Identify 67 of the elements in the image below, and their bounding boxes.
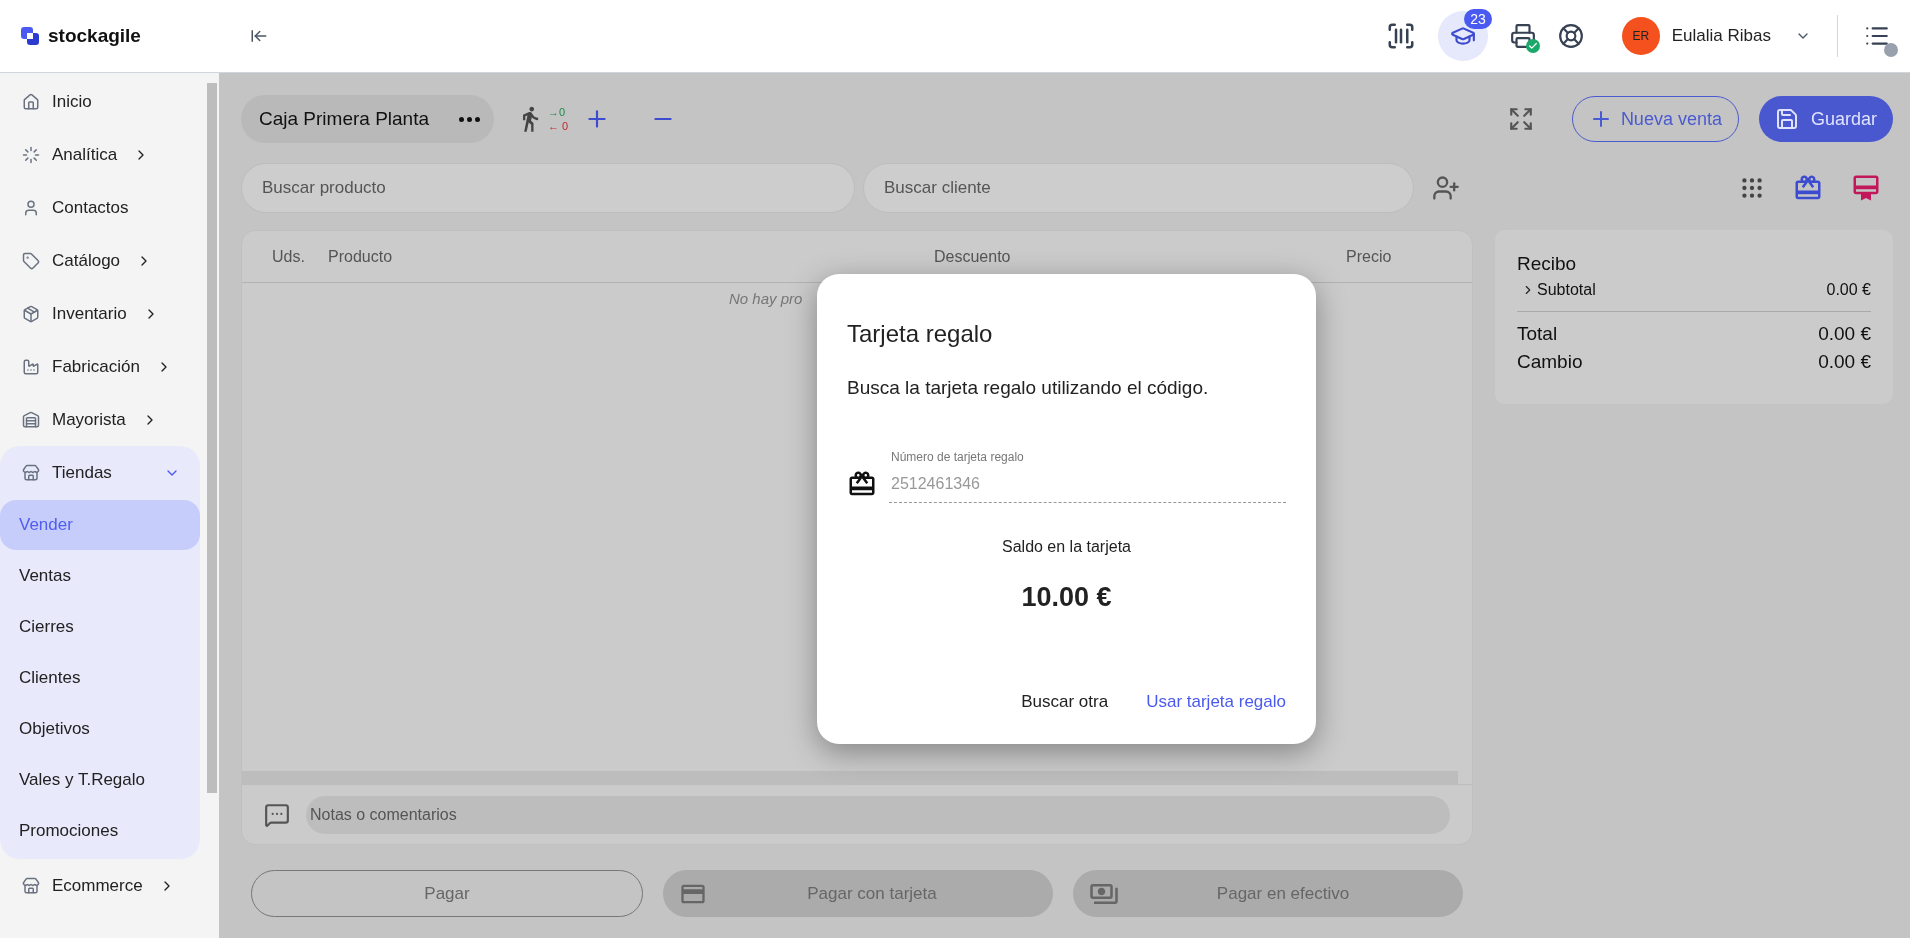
moves-in-count: →0 bbox=[548, 105, 567, 119]
dialog-button[interactable]: Usar tarjeta regalo bbox=[1146, 688, 1286, 714]
scrollbar[interactable] bbox=[207, 83, 217, 793]
column-header: Precio bbox=[1346, 246, 1392, 267]
submenu-item[interactable]: Cierres bbox=[0, 602, 200, 652]
save-button[interactable]: Guardar bbox=[1758, 96, 1893, 142]
receipt-label: Cambio bbox=[1517, 349, 1583, 374]
printer-icon[interactable] bbox=[1509, 23, 1536, 49]
logo-icon bbox=[20, 26, 40, 46]
dialog-button[interactable]: Buscar otra bbox=[1021, 688, 1109, 714]
sidebar-item[interactable]: Catálogo bbox=[0, 234, 200, 287]
receipt-label: Subtotal bbox=[1537, 279, 1596, 300]
logo-text: stockagile bbox=[48, 23, 141, 48]
menu-icon bbox=[22, 304, 40, 323]
user-avatar[interactable]: ER bbox=[1621, 17, 1660, 55]
add-client-icon[interactable] bbox=[1432, 174, 1460, 202]
comment-icon bbox=[264, 801, 290, 828]
submenu-item[interactable]: Ventas bbox=[0, 551, 200, 601]
submenu-item[interactable]: Objetivos bbox=[0, 704, 200, 754]
empty-message: No hay pro bbox=[729, 290, 803, 307]
submenu-item[interactable]: Clientes bbox=[0, 653, 200, 703]
receipt-amount: 0.00 € bbox=[1818, 349, 1871, 374]
menu-icon bbox=[22, 357, 40, 376]
field-label: Número de tarjeta regalo bbox=[891, 448, 1025, 466]
column-header: Descuento bbox=[934, 246, 1012, 267]
menu-icon bbox=[22, 145, 40, 164]
sidebar-item[interactable]: Inventario bbox=[0, 287, 200, 340]
dialog-title: Tarjeta regalo bbox=[847, 319, 994, 349]
collapse-menu-icon[interactable] bbox=[250, 27, 268, 45]
balance-amount: 10.00 € bbox=[1020, 580, 1113, 614]
register-selector[interactable]: Caja Primera Planta bbox=[241, 95, 495, 143]
sidebar-item[interactable]: Analítica bbox=[0, 128, 200, 181]
client-search-field[interactable]: Buscar cliente bbox=[863, 163, 1414, 213]
moves-out-count: ← 0 bbox=[548, 119, 569, 133]
column-header: Uds. bbox=[272, 246, 306, 267]
submenu-item[interactable]: Vales y T.Regalo bbox=[0, 755, 200, 805]
menu-icon bbox=[22, 92, 40, 111]
menu-icon bbox=[22, 410, 40, 429]
receipt-title: Recibo bbox=[1517, 252, 1578, 276]
notification-badge: 23 bbox=[1464, 9, 1492, 29]
sidebar-item[interactable]: Contactos bbox=[0, 181, 200, 234]
receipt-label: Total bbox=[1517, 321, 1558, 346]
grid-icon[interactable] bbox=[1739, 175, 1765, 201]
sidebar-item[interactable]: Mayorista bbox=[0, 393, 200, 446]
submenu-item[interactable]: Promociones bbox=[0, 806, 200, 856]
column-header: Producto bbox=[328, 246, 394, 267]
receipt-amount: 0.00 € bbox=[1826, 279, 1871, 300]
balance-label: Saldo en la tarjeta bbox=[1001, 536, 1132, 557]
certificate-card-icon[interactable] bbox=[1851, 173, 1881, 203]
menu-icon bbox=[22, 198, 40, 217]
fullscreen-icon[interactable] bbox=[1507, 106, 1534, 132]
menu-icon bbox=[22, 463, 40, 482]
more-icon[interactable] bbox=[459, 116, 481, 122]
sidebar-item[interactable]: Fabricación bbox=[0, 340, 200, 393]
check-badge-icon bbox=[1525, 39, 1540, 53]
notes-field[interactable]: Notas o comentarios bbox=[306, 795, 1450, 834]
sidebar-item[interactable]: Tiendas bbox=[0, 446, 200, 499]
user-name[interactable]: Eulalia Ribas bbox=[1671, 23, 1771, 49]
receipt-amount: 0.00 € bbox=[1818, 321, 1871, 346]
sidebar-item[interactable]: Ecommerce bbox=[0, 859, 200, 912]
sidebar-item[interactable]: Inicio bbox=[0, 75, 200, 128]
dialog-description: Busca la tarjeta regalo utilizando el código. bbox=[847, 376, 1210, 400]
product-search-field[interactable]: Buscar producto bbox=[241, 163, 855, 213]
menu-icon bbox=[22, 251, 40, 270]
menu-icon bbox=[22, 876, 40, 895]
save-icon bbox=[1774, 107, 1799, 131]
help-lifebuoy-icon[interactable] bbox=[1557, 23, 1584, 49]
